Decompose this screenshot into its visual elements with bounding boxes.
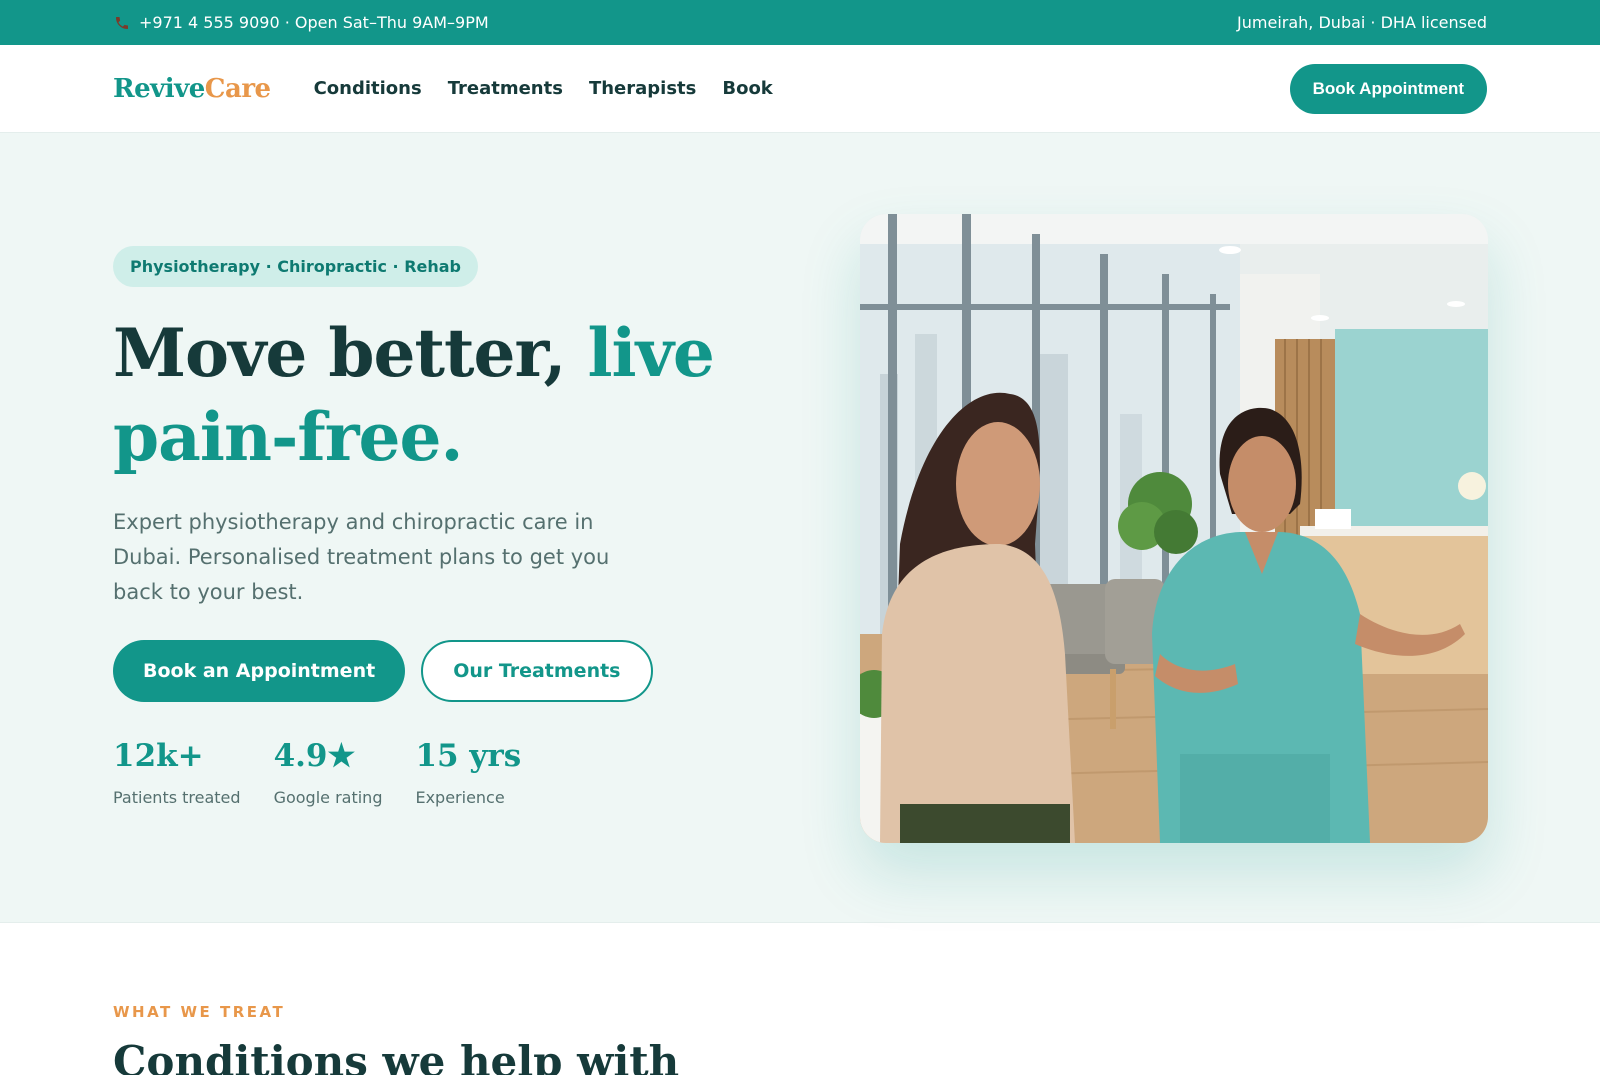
book-appointment-button[interactable]: Book Appointment	[1289, 63, 1487, 114]
location-text: Jumeirah, Dubai · DHA licensed	[1237, 13, 1487, 32]
stat-label: Patients treated	[113, 788, 241, 807]
stat-value: 12k+	[113, 738, 204, 774]
stat-experience: 15 yrs Experience	[415, 738, 521, 807]
hero-stats: 12k+ Patients treated 4.9★ Google rating…	[113, 738, 813, 807]
stat-value: 4.9★	[273, 738, 356, 774]
nav-link-therapists[interactable]: Therapists	[589, 78, 696, 99]
hero-clinic-photo	[860, 214, 1488, 843]
logo[interactable]: ReviveCare	[113, 74, 271, 104]
stat-rating: 4.9★ Google rating	[274, 738, 383, 807]
hero-description: Expert physiotherapy and chiropractic ca…	[113, 510, 610, 604]
section-eyebrow: WHAT WE TREAT	[113, 1003, 286, 1021]
hero-headline: Move better, live pain-free.	[113, 311, 833, 479]
hero-section: Physiotherapy · Chiropractic · Rehab Mov…	[0, 133, 1600, 923]
nav-link-treatments[interactable]: Treatments	[448, 78, 563, 99]
logo-part-1: Revive	[113, 73, 205, 104]
contact-text: +971 4 555 9090 · Open Sat–Thu 9AM–9PM	[139, 13, 489, 32]
stat-label: Google rating	[273, 788, 383, 807]
stat-patients: 12k+ Patients treated	[113, 738, 241, 807]
headline-plain: Move better,	[113, 314, 588, 392]
stat-label: Experience	[415, 788, 505, 807]
stat-value: 15 yrs	[415, 738, 522, 774]
section-title: Conditions we help with	[113, 1037, 680, 1075]
nav-link-book[interactable]: Book	[722, 78, 772, 99]
our-treatments-button[interactable]: Our Treatments	[421, 640, 653, 702]
top-info-bar: +971 4 555 9090 · Open Sat–Thu 9AM–9PM J…	[0, 0, 1600, 45]
contact-info: +971 4 555 9090 · Open Sat–Thu 9AM–9PM	[113, 13, 489, 32]
hero-content: Physiotherapy · Chiropractic · Rehab Mov…	[113, 246, 813, 807]
logo-part-2: Care	[204, 73, 271, 104]
nav-links: Conditions Treatments Therapists Book	[314, 78, 773, 99]
main-navbar: ReviveCare Conditions Treatments Therapi…	[0, 45, 1600, 133]
services-badge: Physiotherapy · Chiropractic · Rehab	[113, 246, 478, 287]
hero-cta-row: Book an Appointment Our Treatments	[113, 640, 813, 702]
book-an-appointment-button[interactable]: Book an Appointment	[113, 640, 406, 702]
nav-link-conditions[interactable]: Conditions	[314, 78, 422, 99]
what-we-treat-section: WHAT WE TREAT Conditions we help with	[0, 923, 1600, 1075]
phone-icon	[113, 14, 131, 32]
